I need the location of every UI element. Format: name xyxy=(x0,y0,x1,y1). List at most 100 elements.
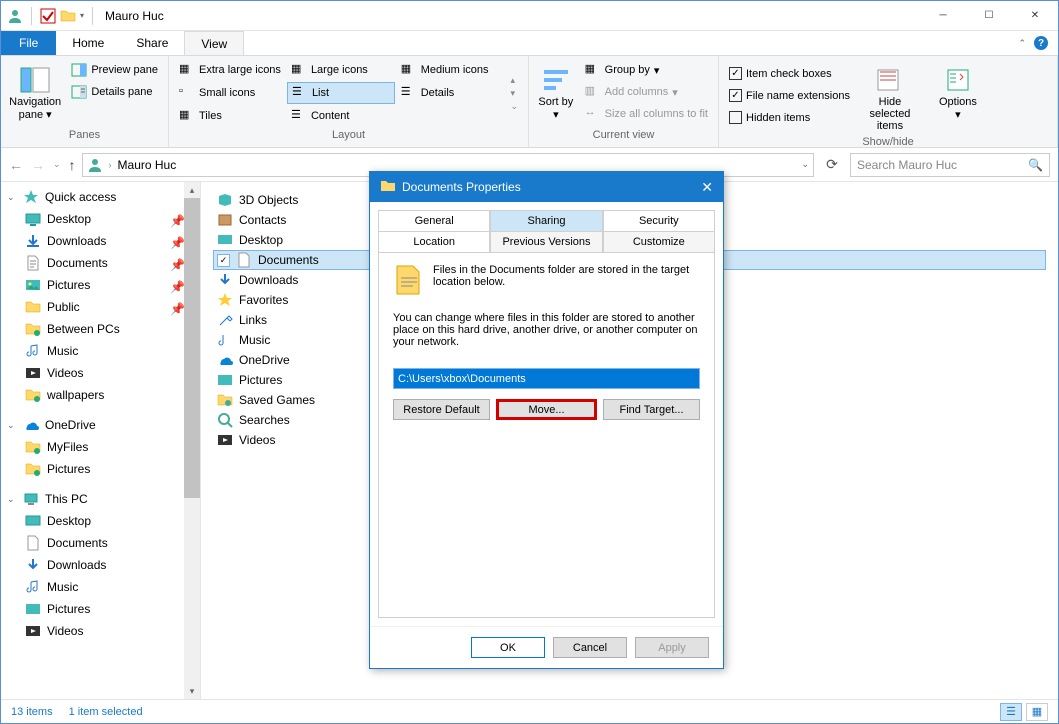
tab-previous-versions[interactable]: Previous Versions xyxy=(490,232,602,253)
options-button[interactable]: Options▾ xyxy=(926,60,990,125)
view-icons-button[interactable]: ▦ xyxy=(1026,703,1048,721)
preview-pane-button[interactable]: Preview pane xyxy=(67,60,162,80)
chevron-right-icon[interactable]: › xyxy=(109,160,112,170)
folder-icon xyxy=(60,8,76,24)
sidebar-item-pcvideos[interactable]: Videos xyxy=(1,620,184,642)
scroll-down-icon[interactable]: ▾ xyxy=(510,88,518,99)
restore-default-button[interactable]: Restore Default xyxy=(393,399,490,420)
layout-small[interactable]: ▫Small icons xyxy=(175,82,285,104)
dialog-text-1: Files in the Documents folder are stored… xyxy=(433,264,700,296)
address-dropdown-icon[interactable]: ⌄ xyxy=(801,159,809,170)
history-dropdown-icon[interactable]: ⌄ xyxy=(53,159,61,170)
breadcrumb[interactable]: Mauro Huc xyxy=(118,158,177,172)
sidebar-item-wallpapers[interactable]: wallpapers xyxy=(1,384,184,406)
find-target-button[interactable]: Find Target... xyxy=(603,399,700,420)
sidebar-item-pcpics[interactable]: Pictures xyxy=(1,598,184,620)
sidebar-item-videos[interactable]: Videos xyxy=(1,362,184,384)
location-path-input[interactable] xyxy=(393,368,700,389)
ok-button[interactable]: OK xyxy=(471,637,545,658)
close-button[interactable]: ✕ xyxy=(1012,1,1058,31)
move-button[interactable]: Move... xyxy=(496,399,597,420)
menu-tabs: File Home Share View ⌃ ? xyxy=(1,31,1058,56)
sidebar-item-onedrive[interactable]: ⌄OneDrive xyxy=(1,414,184,436)
layout-list[interactable]: ☰List xyxy=(287,82,395,104)
layout-large[interactable]: ▦Large icons xyxy=(287,60,395,80)
size-columns-button[interactable]: ↔Size all columns to fit xyxy=(581,104,712,124)
sidebar-item-odpictures[interactable]: Pictures xyxy=(1,458,184,480)
layout-xl[interactable]: ▦Extra large icons xyxy=(175,60,285,80)
hidden-items-toggle[interactable]: Hidden items xyxy=(725,109,854,126)
group-by-button[interactable]: ▦Group by ▾ xyxy=(581,60,712,80)
sidebar-item-documents[interactable]: Documents📌 xyxy=(1,252,184,274)
sidebar-item-pictures[interactable]: Pictures📌 xyxy=(1,274,184,296)
search-box[interactable]: Search Mauro Huc 🔍 xyxy=(850,153,1050,177)
sort-by-button[interactable]: Sort by ▾ xyxy=(535,60,577,125)
item-checkboxes-toggle[interactable]: Item check boxes xyxy=(725,65,854,82)
layout-tiles[interactable]: ▦Tiles xyxy=(175,106,285,126)
tab-file[interactable]: File xyxy=(1,31,56,55)
sidebar-item-quickaccess[interactable]: ⌄Quick access xyxy=(1,186,184,208)
sidebar-item-public[interactable]: Public📌 xyxy=(1,296,184,318)
tab-security[interactable]: Security xyxy=(603,210,715,232)
checkbox-icon[interactable] xyxy=(40,8,56,24)
tab-location[interactable]: Location xyxy=(378,232,490,253)
dialog-text-2: You can change where files in this folde… xyxy=(393,312,700,348)
scroll-up-icon[interactable]: ▴ xyxy=(510,75,518,86)
maximize-button[interactable]: ☐ xyxy=(966,1,1012,31)
sidebar-item-desktop[interactable]: Desktop📌 xyxy=(1,208,184,230)
documents-icon xyxy=(393,264,425,296)
scrollbar-thumb[interactable] xyxy=(184,198,200,498)
help-icon[interactable]: ? xyxy=(1034,36,1048,50)
sidebar-item-pcmusic[interactable]: Music xyxy=(1,576,184,598)
tab-share[interactable]: Share xyxy=(120,31,184,55)
dialog-title: Documents Properties xyxy=(402,180,521,194)
check-icon[interactable]: ✓ xyxy=(217,254,230,267)
titlebar: ▾ Mauro Huc ─ ☐ ✕ xyxy=(1,1,1058,31)
tab-view[interactable]: View xyxy=(184,31,244,55)
layout-details[interactable]: ☰Details xyxy=(397,82,505,104)
search-icon: 🔍 xyxy=(1028,158,1043,172)
dialog-titlebar[interactable]: Documents Properties ✕ xyxy=(370,172,723,202)
view-details-button[interactable]: ☰ xyxy=(1000,703,1022,721)
back-button[interactable]: ← xyxy=(9,157,23,173)
pin-icon: 📌 xyxy=(170,302,180,312)
up-button[interactable]: ↑ xyxy=(69,157,76,173)
expand-icon[interactable]: ⌄ xyxy=(510,101,518,112)
properties-dialog: Documents Properties ✕ General Sharing S… xyxy=(369,171,724,669)
forward-button[interactable]: → xyxy=(31,157,45,173)
sidebar-item-myfiles[interactable]: MyFiles xyxy=(1,436,184,458)
dropdown-icon[interactable]: ▾ xyxy=(80,11,84,20)
tab-sharing[interactable]: Sharing xyxy=(490,210,602,232)
sidebar-item-music[interactable]: Music xyxy=(1,340,184,362)
pin-icon: 📌 xyxy=(170,258,180,268)
sidebar-item-pcdl[interactable]: Downloads xyxy=(1,554,184,576)
apply-button[interactable]: Apply xyxy=(635,637,709,658)
window-title: Mauro Huc xyxy=(105,9,164,23)
sidebar-item-between[interactable]: Between PCs xyxy=(1,318,184,340)
hide-selected-button[interactable]: Hide selected items xyxy=(858,60,922,136)
scroll-down-icon[interactable]: ▾ xyxy=(184,683,200,699)
sidebar-item-pcdesktop[interactable]: Desktop xyxy=(1,510,184,532)
sidebar-item-downloads[interactable]: Downloads📌 xyxy=(1,230,184,252)
file-extensions-toggle[interactable]: File name extensions xyxy=(725,87,854,104)
status-items: 13 items xyxy=(11,706,53,718)
scroll-up-icon[interactable]: ▴ xyxy=(184,182,200,198)
layout-medium[interactable]: ▦Medium icons xyxy=(397,60,505,80)
navigation-tree: ▴ ▾ ⌄Quick access Desktop📌 Downloads📌 Do… xyxy=(1,182,201,699)
user-icon xyxy=(7,8,23,24)
ribbon-collapse-icon[interactable]: ⌃ xyxy=(1018,38,1026,49)
layout-content[interactable]: ☰Content xyxy=(287,106,395,126)
details-pane-button[interactable]: Details pane xyxy=(67,82,162,102)
sidebar-item-pcdocs[interactable]: Documents xyxy=(1,532,184,554)
pin-icon: 📌 xyxy=(170,236,180,246)
cancel-button[interactable]: Cancel xyxy=(553,637,627,658)
close-icon[interactable]: ✕ xyxy=(701,179,713,196)
add-columns-button[interactable]: ▥Add columns ▾ xyxy=(581,82,712,102)
tab-general[interactable]: General xyxy=(378,210,490,232)
sidebar-item-thispc[interactable]: ⌄This PC xyxy=(1,488,184,510)
tab-customize[interactable]: Customize xyxy=(603,232,715,253)
tab-home[interactable]: Home xyxy=(56,31,120,55)
refresh-button[interactable]: ⟳ xyxy=(820,153,844,177)
minimize-button[interactable]: ─ xyxy=(920,1,966,31)
navigation-pane-button[interactable]: Navigation pane ▾ xyxy=(7,60,63,125)
